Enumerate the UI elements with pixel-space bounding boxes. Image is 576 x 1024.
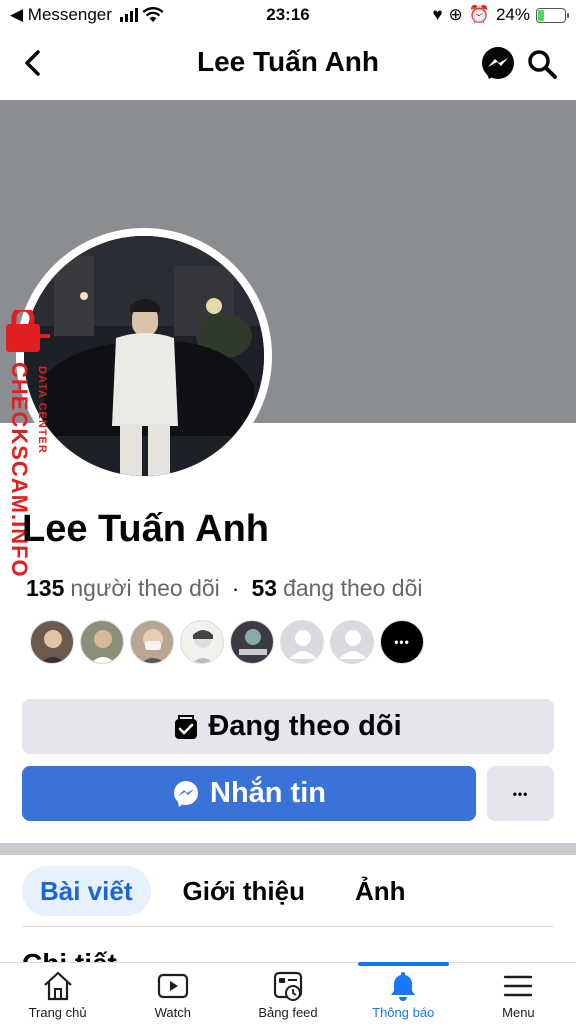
nav-label: Thông báo	[372, 1005, 435, 1020]
bottom-nav: Trang chủ Watch Bảng feed Thông báo Menu	[0, 962, 576, 1024]
profile-tabs: Bài viết Giới thiệu Ảnh	[22, 866, 424, 916]
more-followers-button[interactable]: •••	[380, 620, 424, 664]
message-button-label: Nhắn tin	[210, 777, 326, 809]
watermark-subtext: DATA CENTER	[36, 366, 48, 454]
followers-label[interactable]: người theo dõi	[70, 575, 219, 602]
more-dots-icon: •••	[394, 635, 410, 649]
status-right: ♥ ⊕ ⏰ 24%	[432, 5, 569, 25]
follower-avatar[interactable]	[180, 620, 224, 664]
follower-avatar[interactable]	[130, 620, 174, 664]
nav-menu[interactable]: Menu	[461, 963, 576, 1024]
nav-notifications[interactable]: Thông báo	[346, 962, 461, 1024]
section-divider	[0, 843, 576, 855]
battery-percent: 24%	[495, 5, 530, 24]
following-check-icon	[175, 714, 198, 739]
heart-icon: ♥	[432, 5, 443, 24]
status-bar: ◀ Messenger 23:16 ♥ ⊕ ⏰ 24%	[0, 0, 576, 30]
watermark-lock-icon	[6, 310, 50, 352]
search-icon[interactable]	[526, 48, 558, 80]
nav-feed[interactable]: Bảng feed	[230, 963, 345, 1024]
nav-label: Menu	[502, 1005, 535, 1020]
nav-watch[interactable]: Watch	[115, 963, 230, 1024]
messenger-icon[interactable]	[480, 46, 516, 82]
following-label[interactable]: đang theo dõi	[283, 575, 422, 602]
more-options-button[interactable]: •••	[487, 766, 554, 821]
follower-avatar[interactable]	[30, 620, 74, 664]
feed-icon	[273, 971, 303, 1001]
follower-avatars: •••	[30, 620, 424, 664]
follower-avatar-default[interactable]	[330, 620, 374, 664]
bell-icon	[391, 972, 416, 1001]
profile-header: Lee Tuấn Anh	[0, 30, 576, 98]
tab-posts[interactable]: Bài viết	[22, 866, 151, 916]
alarm-icon: ⏰	[468, 5, 490, 24]
profile-avatar[interactable]	[24, 236, 264, 476]
stats-separator: ·	[231, 575, 240, 601]
nav-label: Trang chủ	[28, 1005, 87, 1020]
avatar-photo	[24, 236, 264, 476]
follow-stats: 135 người theo dõi · 53 đang theo dõi	[26, 575, 422, 602]
battery-icon	[536, 7, 569, 23]
tab-about[interactable]: Giới thiệu	[165, 866, 323, 916]
menu-icon	[504, 975, 533, 997]
follower-avatar[interactable]	[80, 620, 124, 664]
follower-avatar[interactable]	[230, 620, 274, 664]
messenger-icon	[174, 780, 198, 807]
followers-count[interactable]: 135	[26, 575, 64, 602]
following-button[interactable]: Đang theo dõi	[22, 699, 554, 754]
message-button[interactable]: Nhắn tin	[22, 766, 476, 821]
following-count[interactable]: 53	[251, 575, 277, 602]
profile-avatar-ring[interactable]	[16, 228, 272, 484]
home-icon	[43, 971, 72, 1001]
nav-label: Watch	[154, 1005, 191, 1020]
following-button-label: Đang theo dõi	[208, 710, 402, 742]
profile-name: Lee Tuấn Anh	[22, 508, 269, 550]
nav-home[interactable]: Trang chủ	[0, 963, 115, 1024]
nav-label: Bảng feed	[258, 1005, 318, 1020]
watch-icon	[157, 973, 188, 999]
tabs-underline	[22, 926, 554, 927]
follower-avatar-default[interactable]	[280, 620, 324, 664]
tab-photos[interactable]: Ảnh	[337, 866, 424, 916]
lock-rotation-icon: ⊕	[448, 5, 463, 24]
more-dots-icon: •••	[512, 786, 529, 801]
